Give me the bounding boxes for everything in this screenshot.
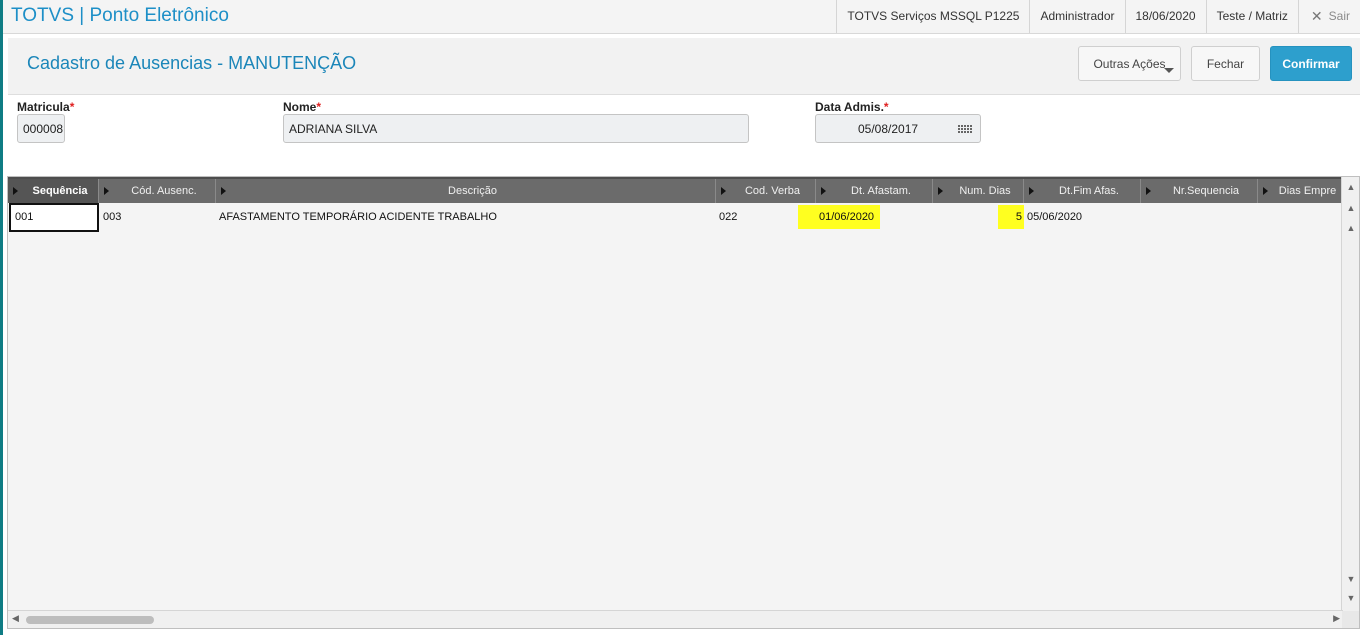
col-header-cod-ausenc[interactable]: Cód. Ausenc.: [99, 179, 216, 203]
close-icon: ✕: [1310, 8, 1323, 24]
sort-arrow-icon: [938, 187, 943, 195]
chevron-down-icon: [1164, 68, 1174, 73]
other-actions-label: Outras Ações: [1093, 56, 1166, 71]
cell-dt-afastam[interactable]: 01/06/2020: [798, 203, 882, 232]
scroll-bottom-icon[interactable]: ▼: [1345, 593, 1357, 603]
grid-header: Sequência Cód. Ausenc. Descrição Cod. Ve…: [8, 177, 1343, 203]
nome-field[interactable]: ADRIANA SILVA: [283, 114, 749, 143]
scroll-top-icon[interactable]: ▲: [1345, 182, 1357, 192]
col-header-descricao[interactable]: Descrição: [216, 179, 716, 203]
highlight-num-dias: 5: [997, 205, 1024, 229]
cell-cod-verba[interactable]: 022: [719, 203, 809, 232]
col-header-nr-sequencia[interactable]: Nr.Sequencia: [1141, 179, 1258, 203]
cell-cod-ausenc[interactable]: 003: [103, 203, 213, 232]
scroll-up-icon[interactable]: ▲: [1345, 203, 1357, 213]
user-label: Administrador: [1029, 0, 1124, 33]
sort-arrow-icon: [1263, 187, 1268, 195]
vertical-scrollbar[interactable]: ▲ ▲ ▲ ▼ ▼: [1341, 177, 1359, 612]
logout-button[interactable]: ✕ Sair: [1297, 0, 1360, 33]
left-edge-bar: [0, 0, 3, 635]
other-actions-button[interactable]: Outras Ações: [1078, 46, 1181, 81]
col-header-num-dias[interactable]: Num. Dias: [933, 179, 1024, 203]
page-header: Cadastro de Ausencias - MANUTENÇÃO Outra…: [8, 38, 1360, 95]
branch-label[interactable]: Teste / Matriz: [1205, 0, 1298, 33]
cell-nr-sequencia[interactable]: [1144, 203, 1254, 232]
nome-label: Nome*: [283, 100, 322, 114]
scroll-down-icon[interactable]: ▼: [1345, 574, 1357, 584]
col-header-sequencia[interactable]: Sequência: [8, 179, 99, 203]
sort-arrow-icon: [1146, 187, 1151, 195]
scroll-thumb[interactable]: [26, 616, 154, 624]
confirm-button[interactable]: Confirmar: [1270, 46, 1352, 81]
app-status-area: TOTVS Serviços MSSQL P1225 Administrador…: [836, 0, 1360, 33]
scroll-left-icon[interactable]: ◀: [12, 613, 19, 624]
col-header-dias-empre[interactable]: Dias Empre: [1258, 179, 1343, 203]
page-title: Cadastro de Ausencias - MANUTENÇÃO: [27, 53, 357, 73]
cell-descricao[interactable]: AFASTAMENTO TEMPORÁRIO ACIDENTE TRABALHO: [219, 203, 709, 232]
highlight-dt-afastam: 01/06/2020: [798, 205, 881, 229]
sort-arrow-icon: [1029, 187, 1034, 195]
col-header-dt-afastam[interactable]: Dt. Afastam.: [816, 179, 933, 203]
data-admis-label: Data Admis.*: [815, 100, 889, 114]
sort-arrow-icon: [104, 187, 109, 195]
cell-dt-fim-afas[interactable]: 05/06/2020: [1027, 203, 1137, 232]
sort-arrow-icon: [13, 187, 18, 195]
sort-arrow-icon: [221, 187, 226, 195]
environment-label: TOTVS Serviços MSSQL P1225: [836, 0, 1029, 33]
sort-arrow-icon: [721, 187, 726, 195]
scroll-corner: [1342, 611, 1359, 628]
absences-grid: Sequência Cód. Ausenc. Descrição Cod. Ve…: [7, 176, 1360, 629]
matricula-field[interactable]: 000008: [17, 114, 65, 143]
scroll-up-icon[interactable]: ▲: [1345, 223, 1357, 233]
app-title: TOTVS | Ponto Eletrônico: [11, 5, 229, 26]
matricula-label: Matricula*: [17, 100, 75, 114]
horizontal-scrollbar[interactable]: ◀ ▶: [8, 610, 1343, 628]
calendar-icon[interactable]: [958, 123, 974, 135]
cell-sequencia[interactable]: 001: [9, 203, 99, 232]
scroll-right-icon[interactable]: ▶: [1333, 613, 1340, 624]
table-row[interactable]: 001 003 AFASTAMENTO TEMPORÁRIO ACIDENTE …: [8, 203, 1343, 232]
cell-dias-empre[interactable]: [1261, 203, 1341, 232]
date-label: 18/06/2020: [1124, 0, 1206, 33]
data-admis-value: 05/08/2017: [858, 121, 919, 136]
data-admis-field[interactable]: 05/08/2017: [815, 114, 981, 143]
app-bar: TOTVS | Ponto Eletrônico TOTVS Serviços …: [3, 0, 1360, 34]
cell-num-dias[interactable]: 5: [933, 203, 1024, 232]
col-header-cod-verba[interactable]: Cod. Verba: [716, 179, 816, 203]
col-header-dt-fim-afas[interactable]: Dt.Fim Afas.: [1024, 179, 1141, 203]
close-button[interactable]: Fechar: [1191, 46, 1260, 81]
sort-arrow-icon: [821, 187, 826, 195]
logout-label: Sair: [1328, 9, 1350, 23]
